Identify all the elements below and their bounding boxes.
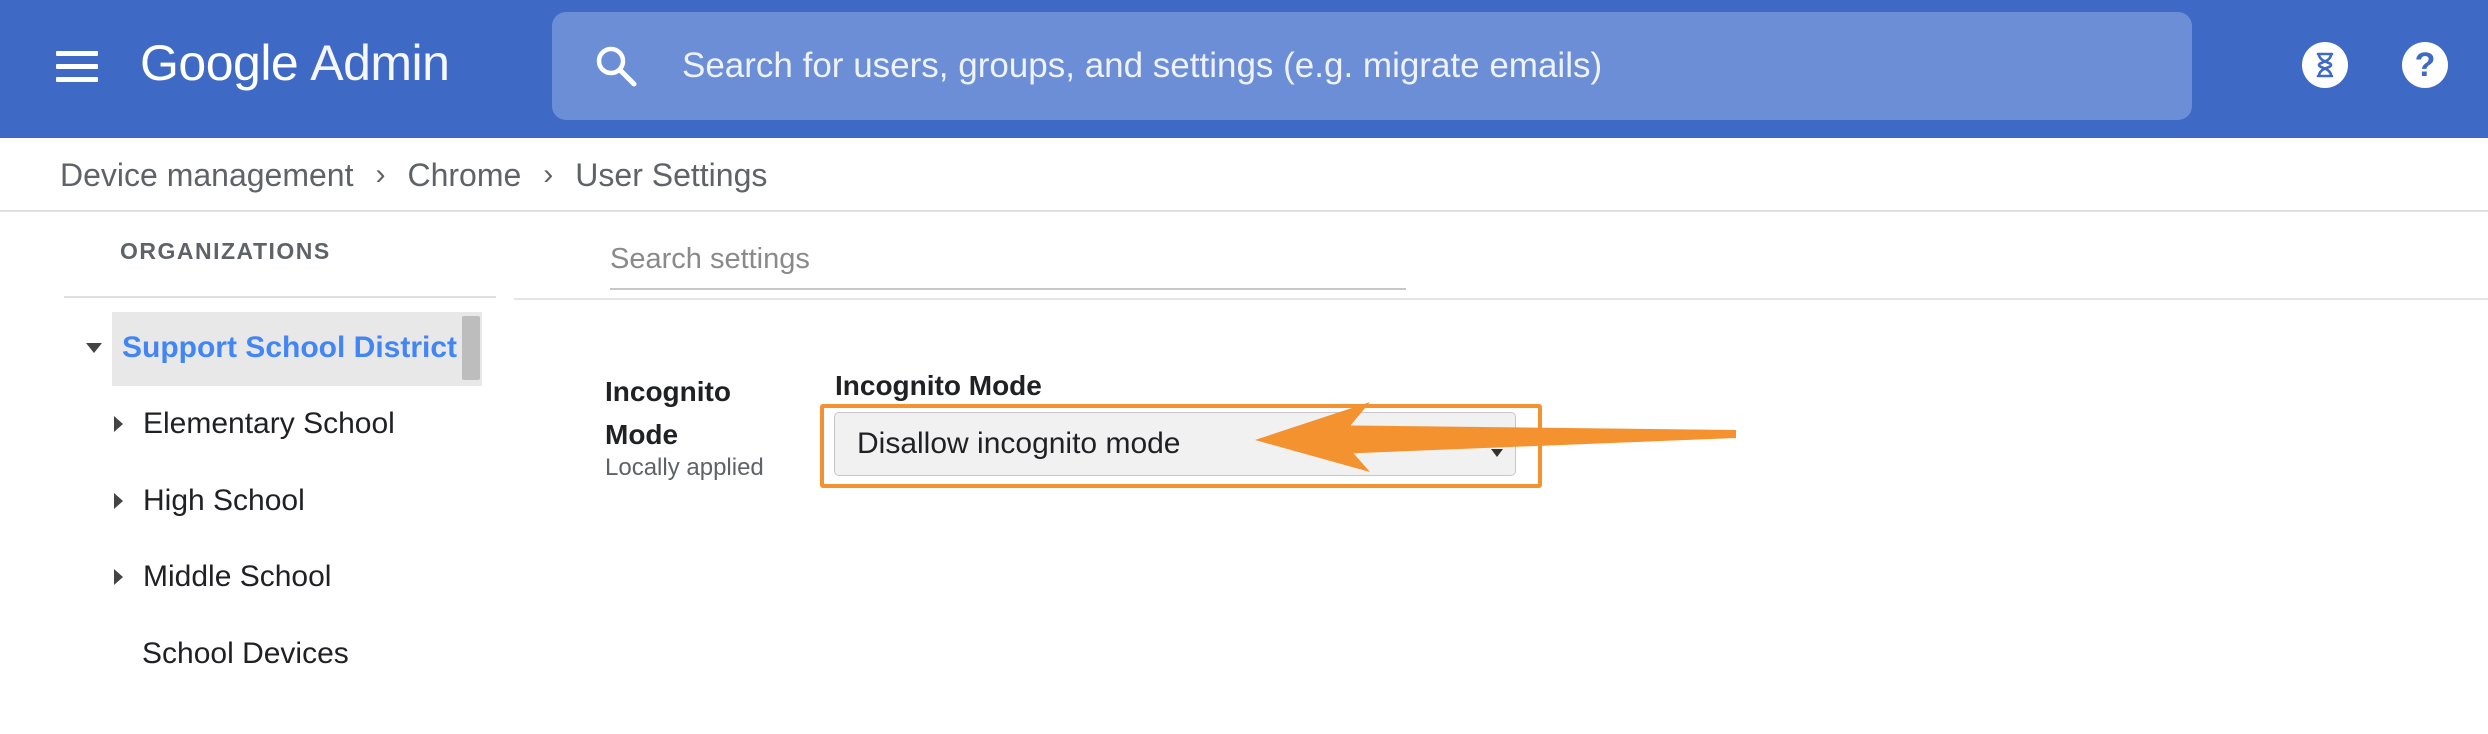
org-item-label: Support School District <box>122 331 458 364</box>
hourglass-icon[interactable] <box>2302 42 2348 88</box>
caret-right-icon[interactable] <box>114 416 123 432</box>
breadcrumb-device-management[interactable]: Device management <box>60 157 353 194</box>
incognito-mode-select[interactable]: Disallow incognito mode <box>834 412 1516 476</box>
org-item-label: Elementary School <box>143 407 395 440</box>
org-item-label: High School <box>143 484 305 517</box>
org-list-scrollbar[interactable] <box>462 316 480 380</box>
setting-title-line1: Incognito <box>605 376 731 407</box>
caret-right-icon[interactable] <box>114 569 123 585</box>
org-item-elementary-school[interactable]: Elementary School <box>114 400 395 448</box>
caret-up-icon <box>1491 435 1503 443</box>
breadcrumb: Device management › Chrome › User Settin… <box>60 150 767 200</box>
help-glyph: ? <box>2414 46 2436 84</box>
top-app-bar: GoogleAdmin ? <box>0 0 2488 138</box>
org-item-label: School Devices <box>142 637 349 670</box>
caret-down-icon <box>1491 449 1503 457</box>
setting-title: Incognito Mode <box>605 370 775 456</box>
brand-google: Google <box>140 35 299 91</box>
search-icon[interactable] <box>592 42 640 90</box>
chevron-right-icon: › <box>543 158 554 191</box>
breadcrumb-divider <box>0 210 2488 212</box>
caret-right-icon[interactable] <box>114 493 123 509</box>
content-divider <box>514 298 2488 300</box>
settings-search-input[interactable] <box>610 230 1406 290</box>
main-menu-icon[interactable] <box>50 40 106 96</box>
org-item-support-school-district[interactable]: Support School District <box>86 324 457 372</box>
setting-title-line2: Mode <box>605 419 679 450</box>
breadcrumb-chrome[interactable]: Chrome <box>407 157 521 194</box>
google-admin-logo[interactable]: Google Admin <box>140 34 450 92</box>
incognito-mode-label: Incognito Mode <box>835 370 1042 401</box>
organizations-heading: ORGANIZATIONS <box>120 238 331 264</box>
caret-down-icon[interactable] <box>86 343 102 353</box>
org-item-high-school[interactable]: High School <box>114 477 305 525</box>
breadcrumb-user-settings: User Settings <box>575 156 768 193</box>
global-search-input[interactable] <box>682 36 2142 96</box>
incognito-mode-selected-value: Disallow incognito mode <box>857 427 1181 460</box>
organizations-divider <box>64 296 496 298</box>
help-icon[interactable]: ? <box>2402 42 2448 88</box>
setting-inheritance-status: Locally applied <box>605 454 764 481</box>
brand-admin: Admin <box>310 35 450 91</box>
org-item-middle-school[interactable]: Middle School <box>114 553 331 601</box>
org-item-label: Middle School <box>143 560 332 593</box>
chevron-right-icon: › <box>375 158 386 191</box>
global-search <box>552 12 2192 120</box>
org-item-school-devices[interactable]: School Devices <box>142 630 349 678</box>
